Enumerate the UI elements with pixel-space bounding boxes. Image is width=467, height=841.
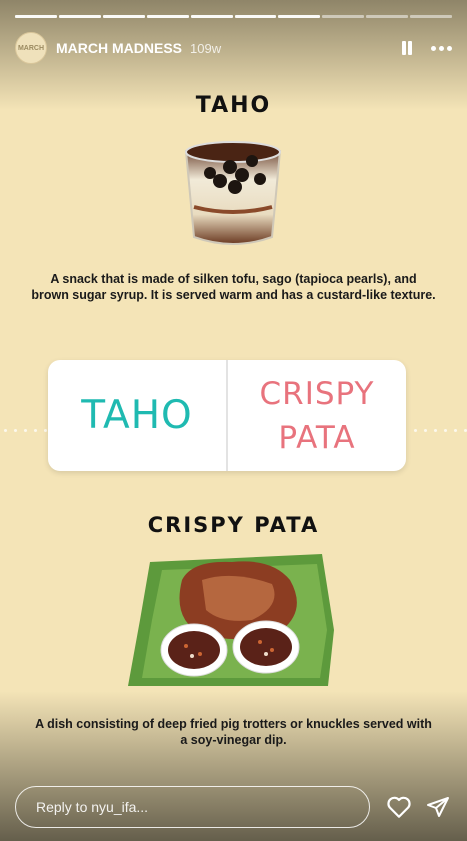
timestamp: 109w xyxy=(190,40,222,56)
progress-segment xyxy=(190,15,233,18)
progress-segment xyxy=(410,15,453,18)
story-header: MARCH MARCH MADNESS 109w xyxy=(15,32,452,64)
progress-segment xyxy=(278,15,321,18)
reply-input[interactable] xyxy=(15,786,370,828)
pause-icon[interactable] xyxy=(399,40,415,56)
username[interactable]: MARCH MADNESS xyxy=(56,40,182,56)
story-progress-bar xyxy=(15,15,453,18)
progress-segment xyxy=(234,15,277,18)
taho-description: A snack that is made of silken tofu, sag… xyxy=(31,272,436,302)
more-options-icon[interactable] xyxy=(431,42,452,55)
progress-segment xyxy=(58,15,101,18)
taho-title: TAHO xyxy=(195,93,272,118)
avatar[interactable]: MARCH xyxy=(15,32,47,64)
poll-option-crispy-pata-line1: CRISPY xyxy=(259,375,375,412)
poll-dots-right xyxy=(414,429,467,432)
crispy-pata-description: A dish consisting of deep fried pig trot… xyxy=(35,717,432,747)
poll-option-crispy-pata-line2: PATA xyxy=(278,419,356,456)
progress-segment xyxy=(146,15,189,18)
progress-segment xyxy=(322,15,365,18)
poll-option-taho[interactable]: TAHO xyxy=(48,360,226,471)
poll-sticker: TAHO CRISPY PATA xyxy=(48,360,406,471)
progress-segment xyxy=(102,15,145,18)
heart-icon[interactable] xyxy=(386,795,412,819)
poll-option-crispy-pata[interactable]: CRISPY PATA xyxy=(228,360,406,471)
taho-image xyxy=(184,141,282,245)
progress-segment xyxy=(366,15,409,18)
send-icon[interactable] xyxy=(426,795,450,819)
progress-segment xyxy=(15,15,57,18)
crispy-pata-image xyxy=(128,554,334,686)
header-controls xyxy=(399,40,452,56)
crispy-pata-title: CRISPY PATA xyxy=(147,513,320,537)
poll-option-taho-label: TAHO xyxy=(81,393,193,438)
